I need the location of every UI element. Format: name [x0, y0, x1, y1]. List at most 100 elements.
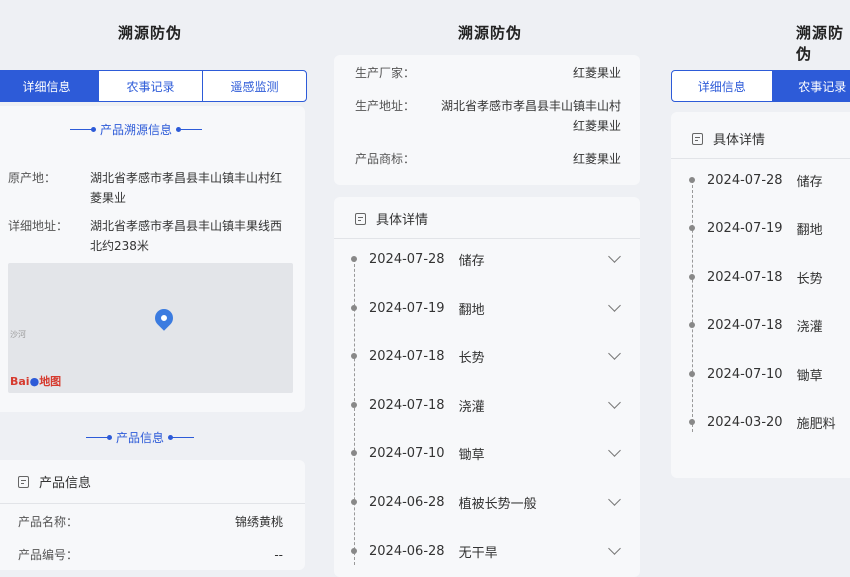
timeline-label: 浇灌: [797, 316, 823, 335]
timeline-label: 浇灌: [459, 396, 485, 415]
trace-section-heading: 产品溯源信息: [70, 121, 202, 138]
origin-label: 原产地：: [8, 168, 56, 188]
address-row: 详细地址： 湖北省孝感市孝昌县丰山镇丰果线西北约238米: [8, 216, 293, 256]
timeline-date: 2024-07-28: [707, 173, 783, 188]
product-name-row: 产品名称： 锦绣黄桃: [18, 512, 283, 532]
product-card-title: 产品信息: [39, 472, 91, 491]
timeline-dot: [689, 419, 695, 425]
location-map[interactable]: 沙河 Bai●地图: [8, 263, 293, 393]
section-title: 产品溯源信息: [100, 121, 172, 138]
timeline-date: 2024-06-28: [369, 495, 445, 510]
production-address-row: 生产地址： 湖北省孝感市孝昌县丰山镇丰山村红菱果业: [355, 96, 621, 136]
timeline-item[interactable]: 2024-07-18 浇灌: [351, 395, 619, 415]
document-icon: [18, 476, 29, 488]
timeline-label: 锄草: [797, 365, 823, 384]
timeline-label: 施肥料: [797, 413, 836, 432]
timeline-item[interactable]: 2024-07-10 锄草: [351, 443, 619, 463]
document-icon: [692, 133, 703, 145]
divider: [671, 158, 850, 159]
timeline-dot: [689, 371, 695, 377]
timeline-dot: [351, 305, 357, 311]
tab-details[interactable]: 详细信息: [672, 71, 773, 101]
address-value: 湖北省孝感市孝昌县丰山镇丰果线西北约238米: [90, 216, 293, 256]
tab-bar: 详细信息 农事记录 遥感监测: [0, 70, 307, 102]
section-title: 产品信息: [116, 429, 164, 446]
timeline-label: 植被长势一般: [459, 493, 537, 512]
timeline-label: 储存: [797, 171, 823, 190]
timeline-item[interactable]: 2024-07-10 锄草: [689, 364, 850, 384]
timeline-dot: [689, 225, 695, 231]
page-title: 溯源防伪: [118, 22, 182, 43]
timeline-dot: [689, 274, 695, 280]
page-title: 溯源防伪: [458, 22, 522, 43]
timeline-date: 2024-07-10: [707, 367, 783, 382]
production-address-value: 湖北省孝感市孝昌县丰山镇丰山村红菱果业: [431, 96, 621, 136]
chevron-down-icon[interactable]: [608, 347, 621, 360]
timeline-item[interactable]: 2024-07-28 储存: [351, 249, 619, 269]
timeline-dot: [351, 256, 357, 262]
timeline-dot: [351, 402, 357, 408]
trademark-label: 产品商标：: [355, 149, 415, 169]
chevron-down-icon[interactable]: [608, 542, 621, 555]
timeline-date: 2024-07-18: [369, 349, 445, 364]
timeline-date: 2024-03-20: [707, 415, 783, 430]
details-card-header: 具体详情: [355, 209, 428, 228]
chevron-down-icon[interactable]: [608, 299, 621, 312]
details-title: 具体详情: [713, 129, 765, 148]
divider: [70, 129, 94, 130]
timeline-dot: [689, 322, 695, 328]
timeline-dot: [351, 450, 357, 456]
manufacturer-value: 红菱果业: [573, 63, 621, 83]
timeline-date: 2024-07-18: [369, 398, 445, 413]
tab-remote-sensing[interactable]: 遥感监测: [203, 71, 306, 101]
divider: [334, 238, 640, 239]
location-pin-icon[interactable]: [151, 305, 176, 330]
product-card-header: 产品信息: [18, 472, 91, 491]
product-section-heading: 产品信息: [86, 429, 194, 446]
middle-timeline: 2024-07-28 储存 2024-07-19 翻地 2024-07-18 长…: [351, 249, 619, 565]
timeline-item[interactable]: 2024-07-18 浇灌: [689, 315, 850, 335]
origin-value: 湖北省孝感市孝昌县丰山镇丰山村红菱果业: [90, 168, 293, 208]
tab-farming-records[interactable]: 农事记录: [98, 71, 203, 101]
chevron-down-icon[interactable]: [608, 396, 621, 409]
timeline-date: 2024-07-19: [707, 221, 783, 236]
chevron-down-icon[interactable]: [608, 444, 621, 457]
divider: [170, 437, 194, 438]
document-icon: [355, 213, 366, 225]
timeline-item[interactable]: 2024-07-19 翻地: [351, 298, 619, 318]
timeline-date: 2024-06-28: [369, 544, 445, 559]
manufacturer-row: 生产厂家： 红菱果业: [355, 63, 621, 83]
product-code-label: 产品编号：: [18, 545, 78, 565]
product-code-value: --: [274, 545, 283, 565]
origin-row: 原产地： 湖北省孝感市孝昌县丰山镇丰山村红菱果业: [8, 168, 293, 208]
details-card-header: 具体详情: [692, 129, 765, 148]
timeline-label: 长势: [459, 347, 485, 366]
tab-farming-records[interactable]: 农事记录: [773, 71, 850, 101]
timeline-label: 无干旱: [459, 542, 498, 561]
timeline-date: 2024-07-10: [369, 446, 445, 461]
timeline-dot: [689, 177, 695, 183]
timeline-label: 翻地: [459, 299, 485, 318]
address-label: 详细地址：: [8, 216, 68, 236]
timeline-date: 2024-07-18: [707, 318, 783, 333]
timeline-item[interactable]: 2024-06-28 无干旱: [351, 541, 619, 561]
chevron-down-icon[interactable]: [608, 493, 621, 506]
divider: [0, 503, 305, 504]
timeline-item[interactable]: 2024-03-20 施肥料: [689, 412, 850, 432]
product-code-row: 产品编号： --: [18, 545, 283, 565]
production-address-label: 生产地址：: [355, 96, 415, 116]
timeline-item[interactable]: 2024-07-19 翻地: [689, 218, 850, 238]
timeline-item[interactable]: 2024-07-18 长势: [689, 267, 850, 287]
tab-details[interactable]: 详细信息: [0, 71, 98, 101]
divider: [86, 437, 110, 438]
details-title: 具体详情: [376, 209, 428, 228]
timeline-date: 2024-07-19: [369, 301, 445, 316]
right-timeline: 2024-07-28 储存 2024-07-19 翻地 2024-07-18 长…: [689, 170, 850, 432]
timeline-item[interactable]: 2024-07-18 长势: [351, 346, 619, 366]
chevron-down-icon[interactable]: [608, 250, 621, 263]
timeline-item[interactable]: 2024-06-28 植被长势一般: [351, 492, 619, 512]
timeline-dot: [351, 353, 357, 359]
trademark-row: 产品商标： 红菱果业: [355, 149, 621, 169]
timeline-label: 锄草: [459, 444, 485, 463]
timeline-item[interactable]: 2024-07-28 储存: [689, 170, 850, 190]
